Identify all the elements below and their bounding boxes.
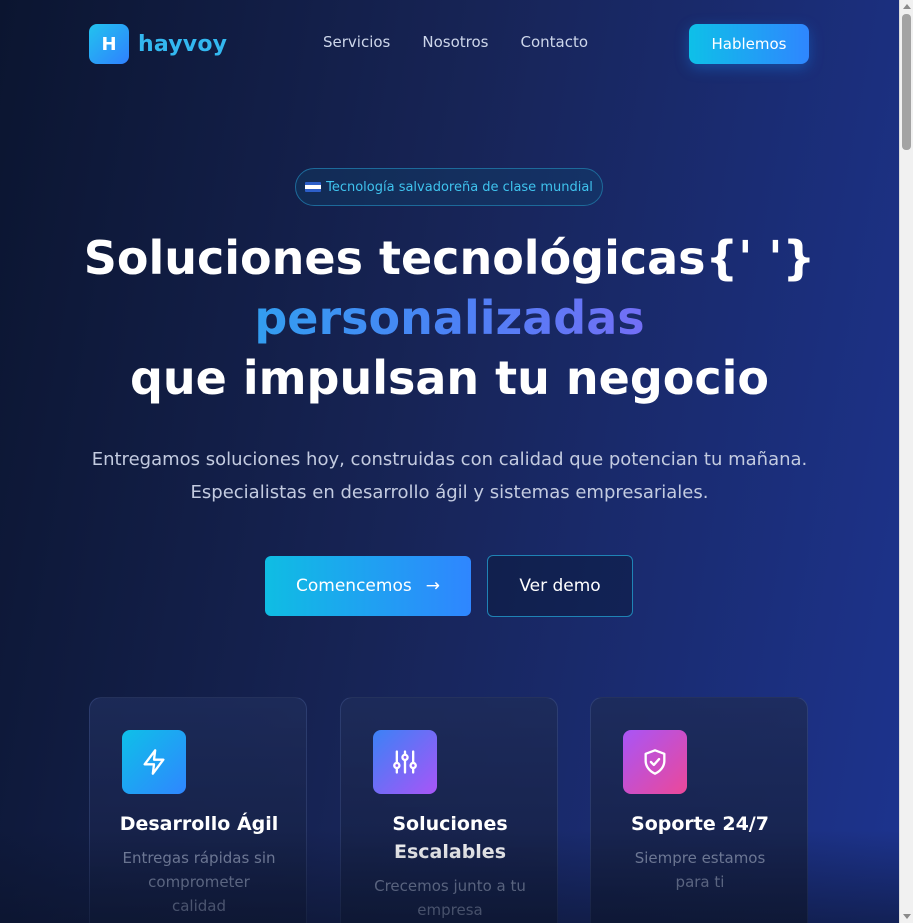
- comencemos-button[interactable]: Comencemos →: [265, 556, 471, 616]
- scroll-thumb[interactable]: [902, 14, 911, 150]
- hero-headline: Soluciones tecnológicas{' '} personaliza…: [0, 228, 899, 408]
- headline-line-3: que impulsan tu negocio: [129, 351, 770, 405]
- scrollbar[interactable]: [899, 0, 913, 923]
- feature-description: Entregas rápidas sin comprometer calidad: [122, 849, 276, 915]
- logo[interactable]: H hayvoy: [89, 24, 227, 64]
- arrow-right-icon: →: [425, 576, 440, 596]
- logo-name: hayvoy: [138, 31, 228, 57]
- nav-link-contacto[interactable]: Contacto: [520, 33, 588, 51]
- site-header: H hayvoy Servicios Nosotros Contacto Hab…: [89, 24, 809, 64]
- feature-description: Siempre estamos para ti: [634, 849, 766, 891]
- feature-card-desarrollo-agil: Desarrollo Ágil Entregas rápidas sin com…: [89, 697, 307, 923]
- hablemos-button[interactable]: Hablemos: [689, 24, 809, 64]
- headline-line-1: Soluciones tecnológicas{' '}: [83, 231, 816, 285]
- feature-card-soluciones-escalables: Soluciones Escalables Crecemos junto a t…: [340, 697, 558, 923]
- logo-mark: H: [89, 24, 129, 64]
- landing-page: H hayvoy Servicios Nosotros Contacto Hab…: [0, 0, 899, 923]
- scroll-down-icon[interactable]: [903, 914, 911, 919]
- nav-link-nosotros[interactable]: Nosotros: [422, 33, 488, 51]
- feature-description: Crecemos junto a tu empresa: [374, 877, 526, 919]
- sliders-icon: [373, 730, 437, 794]
- shield-check-icon: [623, 730, 687, 794]
- feature-title: Desarrollo Ágil: [119, 813, 279, 835]
- feature-card-soporte: Soporte 24/7 Siempre estamos para ti: [590, 697, 808, 923]
- el-salvador-flag-icon: [305, 182, 322, 192]
- feature-title: Soporte 24/7: [631, 813, 769, 835]
- main-nav: Servicios Nosotros Contacto: [323, 33, 588, 51]
- comencemos-label: Comencemos: [296, 576, 412, 596]
- ver-demo-button[interactable]: Ver demo: [487, 555, 633, 617]
- hero-badge: Tecnología salvadoreña de clase mundial: [295, 168, 603, 206]
- nav-link-servicios[interactable]: Servicios: [323, 33, 390, 51]
- hero-subtitle: Entregamos soluciones hoy, construidas c…: [0, 443, 899, 509]
- scroll-up-icon[interactable]: [903, 4, 911, 9]
- badge-text: Tecnología salvadoreña de clase mundial: [326, 179, 593, 195]
- subtitle-line-2: Especialistas en desarrollo ágil y siste…: [190, 482, 709, 503]
- feature-title: Soluciones Escalables: [392, 813, 508, 863]
- subtitle-line-1: Entregamos soluciones hoy, construidas c…: [91, 449, 808, 470]
- headline-line-2: personalizadas: [0, 288, 899, 348]
- lightning-icon: [122, 730, 186, 794]
